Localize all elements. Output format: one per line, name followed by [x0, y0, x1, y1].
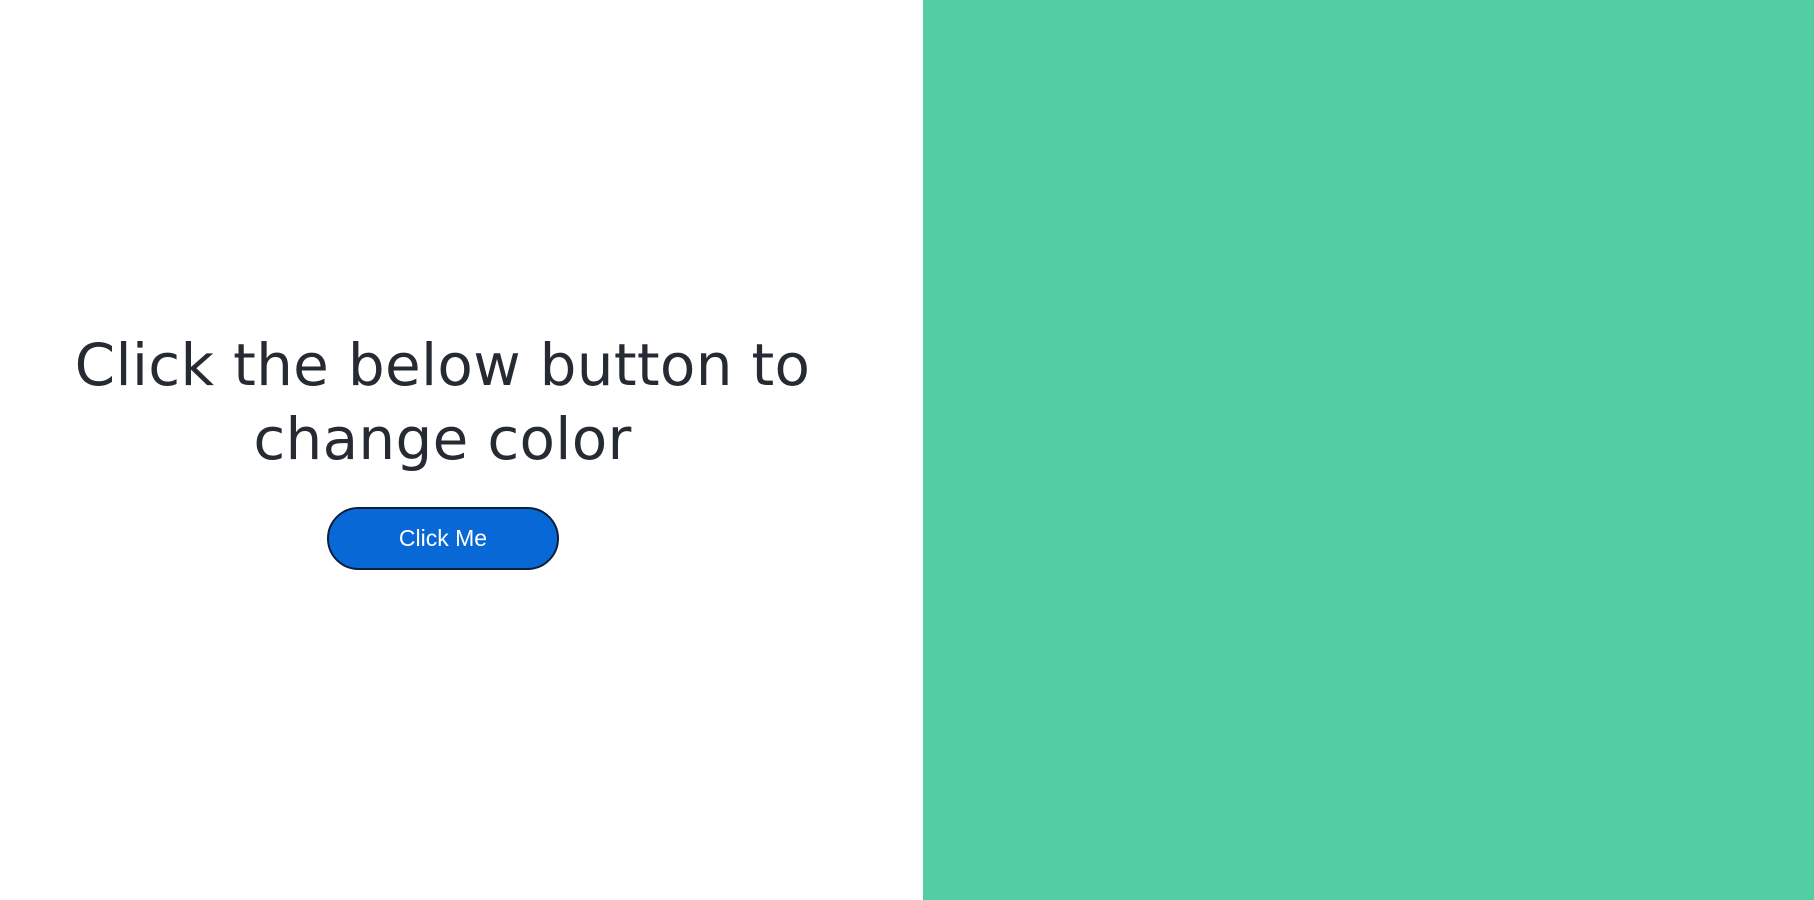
page-heading: Click the below button to change color: [74, 331, 811, 473]
page-layout: Click the below button to change color C…: [0, 0, 1814, 900]
click-me-button[interactable]: Click Me: [327, 507, 559, 570]
color-display-panel: [923, 0, 1814, 900]
left-content-pane: Click the below button to change color C…: [0, 0, 923, 900]
